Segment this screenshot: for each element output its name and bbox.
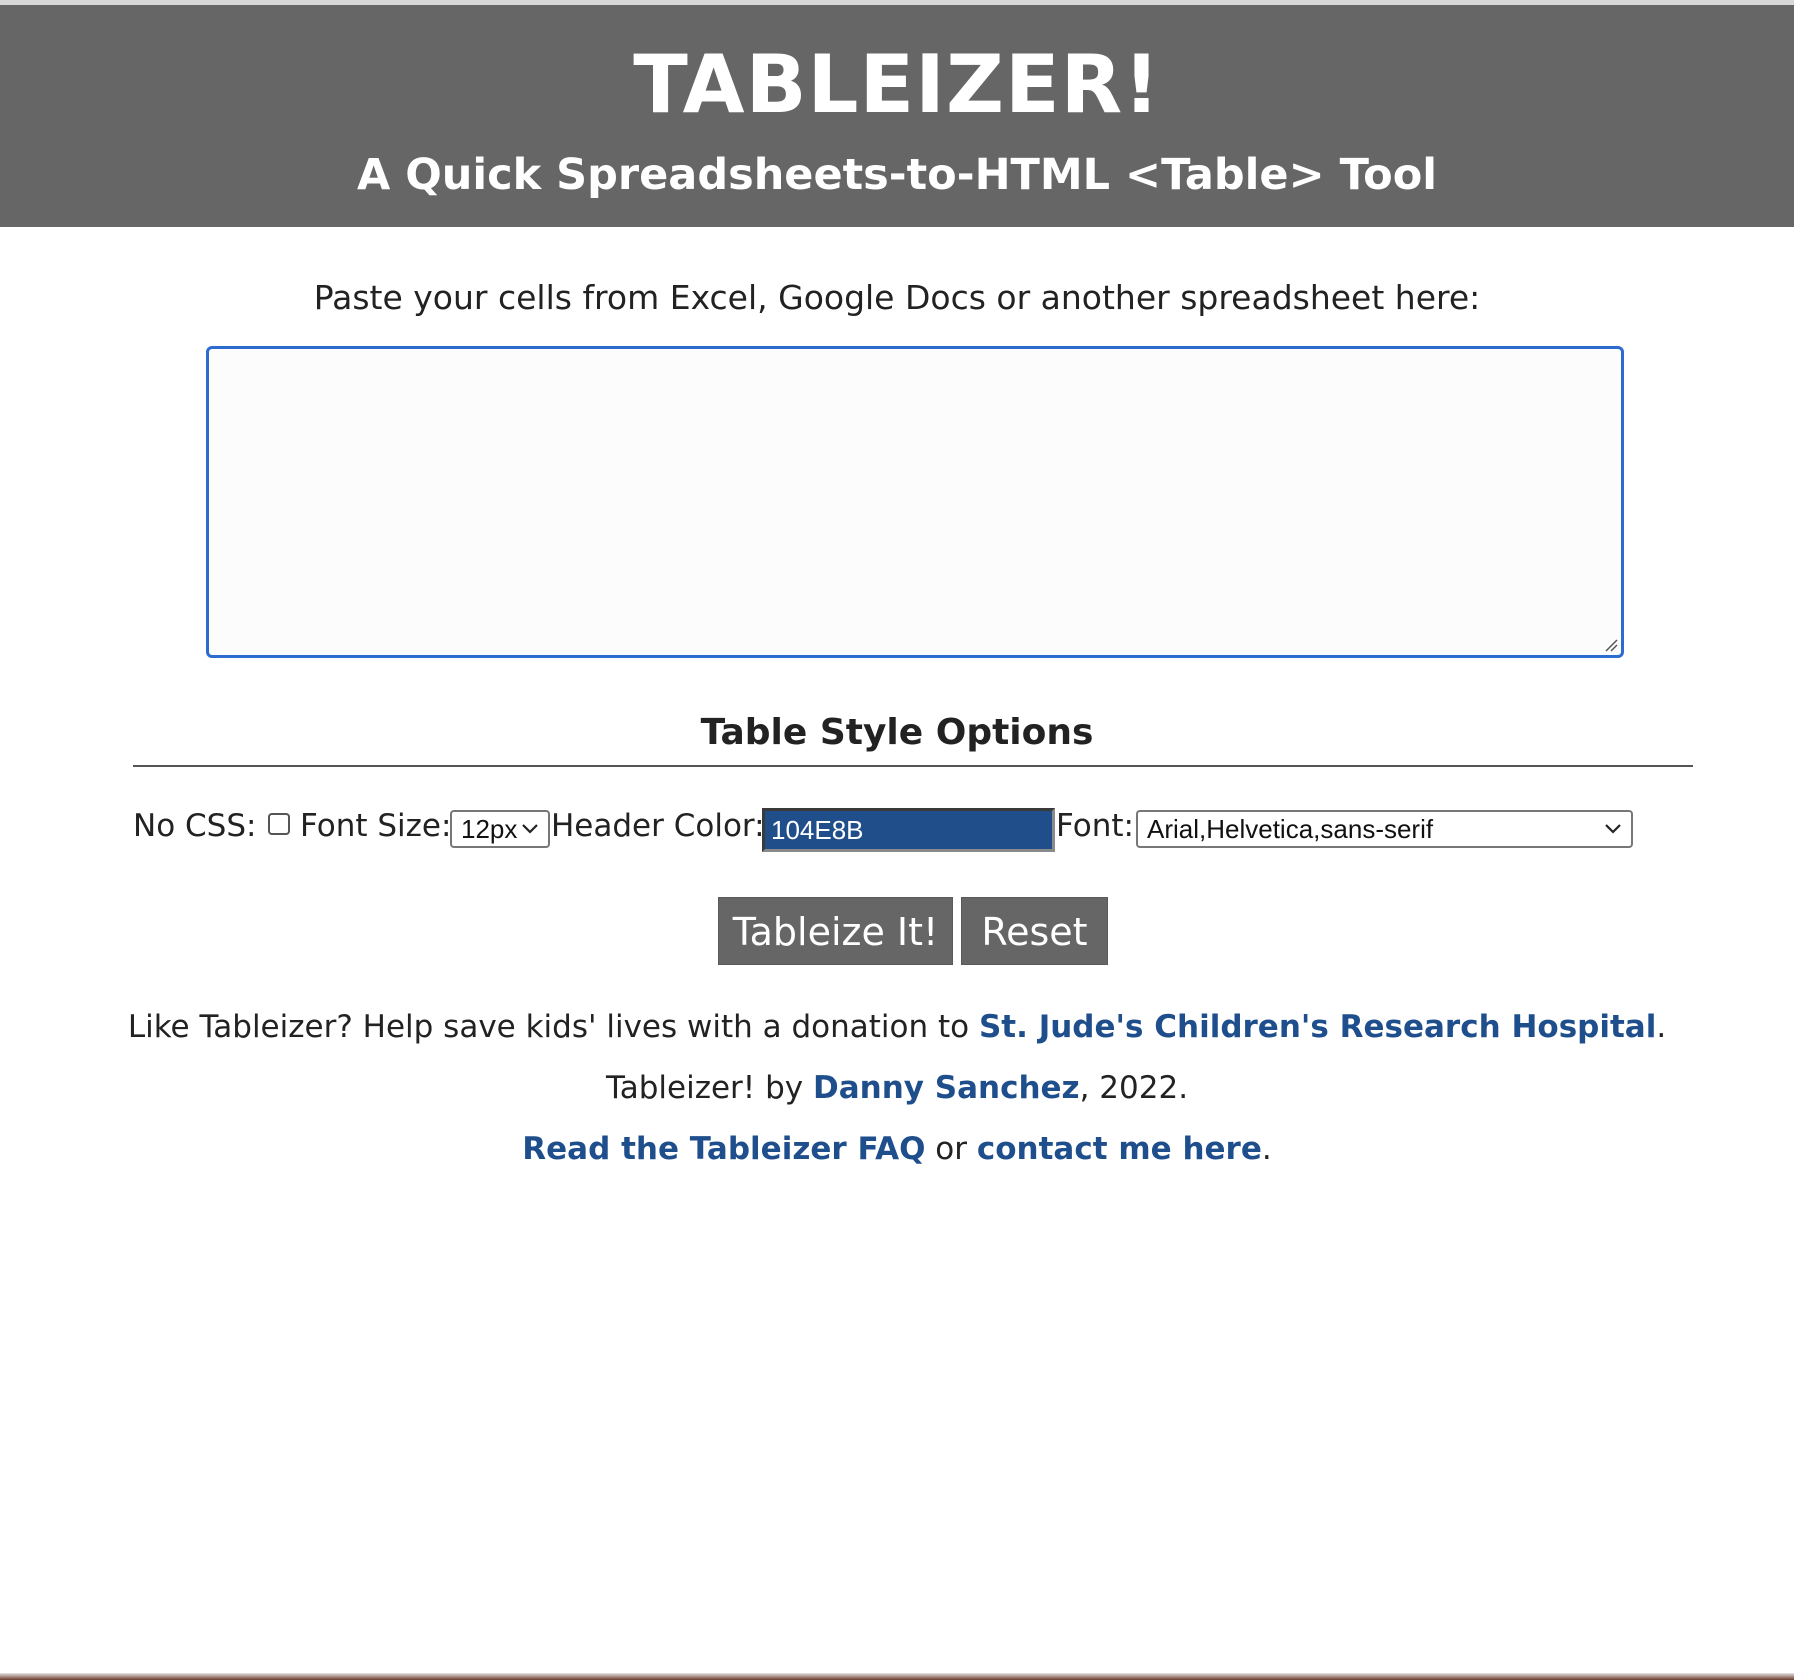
font-family-select[interactable]: Arial,Helvetica,sans-serif xyxy=(1136,810,1633,848)
donation-text: Like Tableizer? Help save kids' lives wi… xyxy=(127,1009,979,1045)
font-size-select[interactable]: 12px xyxy=(450,810,550,848)
options-divider xyxy=(133,765,1693,767)
reset-button[interactable]: Reset xyxy=(961,897,1108,965)
faq-line: Read the Tableizer FAQ or contact me her… xyxy=(0,1125,1794,1173)
font-size-label: Font Size: xyxy=(300,808,452,844)
st-jude-link[interactable]: St. Jude's Children's Research Hospital xyxy=(979,1009,1656,1045)
faq-or-text: or xyxy=(925,1131,977,1167)
donation-line: Like Tableizer? Help save kids' lives wi… xyxy=(0,1003,1794,1051)
page-title: TABLEIZER! xyxy=(633,38,1161,131)
paste-cells-textarea[interactable] xyxy=(206,346,1624,658)
header-color-input[interactable]: 104E8B xyxy=(762,808,1055,852)
header-color-label: Header Color: xyxy=(551,808,765,844)
faq-link[interactable]: Read the Tableizer FAQ xyxy=(522,1131,925,1167)
window-bottom-edge xyxy=(0,1673,1794,1680)
author-link[interactable]: Danny Sanchez xyxy=(813,1070,1080,1106)
credit-text: Tableizer! by xyxy=(605,1070,813,1106)
font-size-value: 12px xyxy=(461,814,518,844)
no-css-label: No CSS: xyxy=(133,808,257,844)
contact-link[interactable]: contact me here xyxy=(977,1131,1262,1167)
chevron-down-icon xyxy=(522,824,538,834)
faq-period: . xyxy=(1261,1131,1272,1167)
table-style-options-heading: Table Style Options xyxy=(700,712,1094,753)
paste-instructions: Paste your cells from Excel, Google Docs… xyxy=(313,278,1481,317)
resize-grip-icon[interactable] xyxy=(1604,638,1618,652)
font-label: Font: xyxy=(1056,808,1134,844)
credit-year: , 2022. xyxy=(1079,1070,1189,1106)
font-family-value: Arial,Helvetica,sans-serif xyxy=(1147,814,1434,844)
credit-line: Tableizer! by Danny Sanchez, 2022. xyxy=(0,1064,1794,1112)
page-subtitle: A Quick Spreadsheets-to-HTML <Table> Too… xyxy=(356,150,1438,200)
donation-period: . xyxy=(1656,1009,1667,1045)
page-header: TABLEIZER! A Quick Spreadsheets-to-HTML … xyxy=(0,5,1794,227)
no-css-checkbox[interactable] xyxy=(268,813,290,835)
tableize-button[interactable]: Tableize It! xyxy=(718,897,953,965)
chevron-down-icon xyxy=(1605,824,1621,834)
